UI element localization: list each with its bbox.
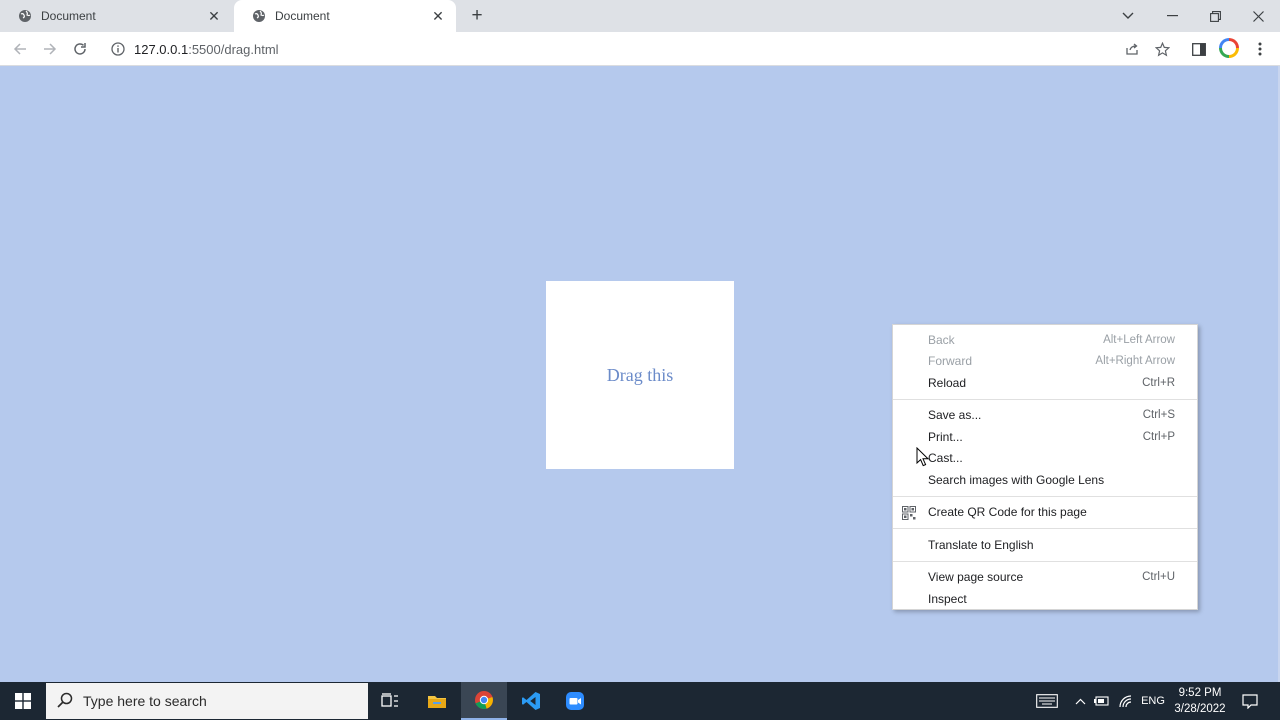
qr-code-icon (902, 505, 916, 520)
menu-item-label: Cast... (928, 451, 963, 466)
menu-item-search-images-with-google-lens[interactable]: Search images with Google Lens (893, 469, 1197, 491)
clock-date: 3/28/2022 (1174, 703, 1226, 715)
reload-icon[interactable] (68, 37, 92, 61)
menu-item-print[interactable]: Print... Ctrl+P (893, 426, 1197, 448)
task-view-icon[interactable] (367, 682, 413, 720)
menu-separator (893, 528, 1197, 529)
chrome-taskbar-icon[interactable] (461, 682, 507, 720)
mouse-cursor-icon (916, 446, 930, 467)
close-tab-icon[interactable]: ✕ (430, 8, 446, 24)
zoom-taskbar-icon[interactable] (552, 682, 598, 720)
menu-separator (893, 398, 1197, 400)
menu-item-translate-to-english[interactable]: Translate to English (893, 534, 1197, 556)
tab-search-chevron-icon[interactable] (1106, 0, 1150, 32)
context-menu: Back Alt+Left Arrow Forward Alt+Right Arrow… (892, 324, 1198, 610)
back-arrow-icon[interactable] (8, 37, 32, 61)
menu-item-shortcut: Ctrl+R (1142, 376, 1175, 389)
menu-item-shortcut: Alt+Right Arrow (1095, 355, 1175, 368)
forward-arrow-icon[interactable] (38, 37, 62, 61)
file-explorer-icon[interactable] (414, 682, 460, 720)
tab-title: Document (275, 9, 330, 23)
menu-item-label: Forward (928, 354, 973, 369)
menu-item-label: Print... (928, 429, 963, 444)
globe-icon (252, 9, 266, 23)
tab-document-2[interactable]: Document ✕ (234, 0, 456, 32)
notification-icon[interactable] (1236, 682, 1264, 720)
avatar-inner (1222, 41, 1236, 55)
menu-item-shortcut: Ctrl+P (1142, 430, 1175, 443)
close-window-button[interactable] (1236, 0, 1280, 32)
menu-kebab-icon[interactable] (1248, 37, 1272, 61)
menu-item-view-page-source[interactable]: View page source Ctrl+U (893, 567, 1197, 589)
keyboard-icon[interactable] (1032, 682, 1062, 720)
restore-button[interactable] (1193, 0, 1237, 32)
vscode-taskbar-icon[interactable] (508, 682, 554, 720)
drag-box-label: Drag this (606, 364, 674, 385)
menu-item-shortcut: Alt+Left Arrow (1103, 333, 1175, 346)
menu-item-save-as[interactable]: Save as... Ctrl+S (893, 405, 1197, 427)
menu-separator (893, 560, 1197, 562)
tab-document-1[interactable]: Document ✕ (0, 0, 232, 32)
menu-item-label: Create QR Code for this page (928, 505, 1087, 520)
menu-item-label: Back (928, 332, 955, 347)
menu-item-label: View page source (928, 570, 1024, 585)
menu-item-shortcut: Ctrl+S (1142, 409, 1175, 422)
url-text: 127.0.0.1:5500/drag.html (134, 42, 279, 57)
bookmark-star-icon[interactable] (1150, 37, 1174, 61)
url-path: :5500/drag.html (188, 41, 279, 57)
menu-item-create-qr-code-for-this-page[interactable]: Create QR Code for this page (893, 502, 1197, 524)
menu-item-back[interactable]: Back Alt+Left Arrow (893, 329, 1197, 351)
taskbar-search-box[interactable]: Type here to search (46, 683, 368, 719)
menu-separator (893, 495, 1197, 497)
tab-strip: Document ✕ Document ✕ + (0, 0, 1280, 32)
new-tab-button[interactable]: + (466, 5, 488, 27)
minimize-button[interactable] (1150, 0, 1194, 32)
address-bar[interactable]: 127.0.0.1:5500/drag.html (100, 35, 1178, 63)
search-icon (57, 692, 73, 711)
profile-avatar[interactable] (1219, 38, 1239, 58)
menu-item-label: Translate to English (928, 537, 1034, 552)
share-icon[interactable] (1120, 37, 1144, 61)
globe-icon (18, 9, 32, 23)
wifi-icon[interactable] (1116, 682, 1136, 720)
search-placeholder: Type here to search (83, 693, 207, 709)
browser-toolbar: 127.0.0.1:5500/drag.html (0, 32, 1280, 66)
menu-item-label: Inspect (928, 591, 967, 606)
tray-chevron-up-icon[interactable] (1070, 682, 1090, 720)
menu-item-label: Save as... (928, 408, 982, 423)
menu-item-reload[interactable]: Reload Ctrl+R (893, 372, 1197, 394)
clock[interactable]: 9:52 PM 3/28/2022 (1170, 685, 1230, 717)
side-panel-icon[interactable] (1187, 37, 1211, 61)
site-info-icon[interactable] (110, 41, 126, 57)
menu-item-cast[interactable]: Cast... (893, 448, 1197, 470)
menu-item-inspect[interactable]: Inspect (893, 588, 1197, 610)
url-host: 127.0.0.1 (134, 41, 189, 57)
windows-start-button[interactable] (0, 682, 46, 720)
draggable-box[interactable]: Drag this (546, 281, 734, 469)
menu-item-label: Search images with Google Lens (928, 472, 1105, 487)
menu-item-label: Reload (928, 375, 967, 390)
close-tab-icon[interactable]: ✕ (206, 8, 222, 24)
taskbar: Type here to search ENG 9:52 PM 3/28/202… (0, 682, 1280, 720)
battery-icon[interactable] (1092, 682, 1112, 720)
menu-item-shortcut: Ctrl+U (1142, 571, 1175, 584)
language-indicator[interactable]: ENG (1138, 682, 1168, 720)
clock-time: 9:52 PM (1178, 687, 1222, 699)
tab-title: Document (41, 9, 96, 23)
menu-item-forward[interactable]: Forward Alt+Right Arrow (893, 351, 1197, 373)
